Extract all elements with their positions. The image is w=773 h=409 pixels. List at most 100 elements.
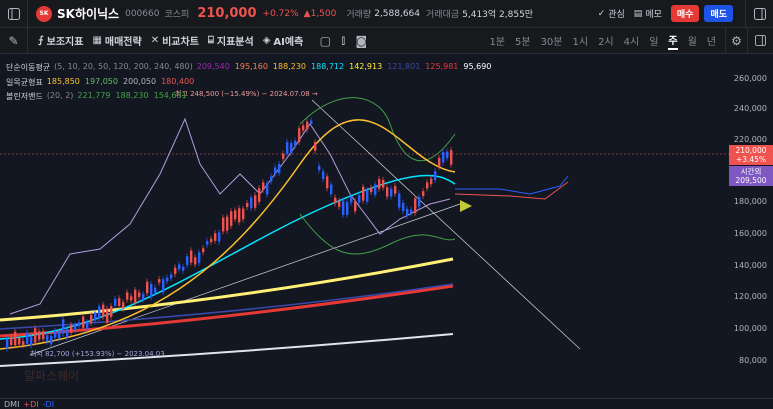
- candle-body: [338, 201, 341, 207]
- ichimoku-legend-values: 185,850 197,050 200,050 180,400: [47, 77, 194, 88]
- price-tick: 220,000: [733, 135, 767, 144]
- timeframe-5[interactable]: 4시: [624, 33, 640, 48]
- price-tick: 160,000: [733, 229, 767, 238]
- analysis-icon: ⌸: [207, 35, 214, 46]
- price-axis[interactable]: 80,000 100,000 120,000 140,000 160,000 180,00…: [729, 54, 773, 394]
- ma-legend-label: 단순이동평균: [6, 63, 51, 72]
- candle-body: [78, 322, 81, 327]
- timeframe-7[interactable]: 주: [668, 32, 678, 50]
- candle-body: [38, 331, 41, 340]
- candle-body: [82, 316, 85, 328]
- after-hours-label: 시간외: [740, 167, 762, 176]
- watch-button[interactable]: ✓ 관심: [598, 7, 625, 21]
- candle-body: [166, 277, 169, 282]
- timeframe-4[interactable]: 2시: [598, 33, 614, 48]
- bollinger-legend-values: 221,779 188,230 154,681: [77, 91, 186, 102]
- bollinger-legend[interactable]: 볼린저밴드 (20, 2) 221,779 188,230 154,681: [6, 91, 187, 102]
- dmi-label: DMI: [4, 399, 20, 409]
- ma-legend[interactable]: 단순이동평균 (5, 10, 20, 50, 120, 200, 240, 48…: [6, 62, 491, 73]
- candle-body: [302, 125, 305, 131]
- candle-body: [70, 324, 73, 333]
- buy-button[interactable]: 매수: [670, 5, 700, 22]
- ichimoku-legend[interactable]: 일목균형표 185,850 197,050 200,050 180,400: [6, 77, 194, 88]
- ma-value-2: 188,230: [272, 62, 307, 71]
- ma-value-4: 142,913: [349, 62, 383, 71]
- candle-body: [394, 186, 397, 194]
- candle-body: [102, 304, 105, 317]
- candle-body: [66, 328, 69, 338]
- gear-icon[interactable]: ⚙: [725, 27, 747, 54]
- compare-button[interactable]: ✕ 비교차트: [151, 33, 199, 48]
- candle-body: [254, 195, 257, 208]
- candle-body: [190, 250, 193, 263]
- candle-body: [242, 208, 245, 220]
- bollinger-value-0: 221,779: [77, 91, 111, 100]
- pencil-icon[interactable]: ✎: [0, 27, 28, 54]
- side-panel-icon[interactable]: [747, 27, 773, 54]
- dmi-panel[interactable]: DMI +DI -DI: [0, 398, 773, 409]
- trade-strategy-button[interactable]: ▦ 매매전략: [92, 33, 141, 48]
- indicator-label: 보조지표: [46, 37, 84, 48]
- sidebar-toggle-icon[interactable]: [0, 0, 28, 28]
- candle-body: [210, 238, 213, 243]
- price-tick: 260,000: [733, 74, 767, 83]
- ma-value-7: 95,690: [463, 62, 492, 71]
- amount-label: 거래대금: [426, 10, 460, 20]
- candle-body: [294, 140, 297, 146]
- memo-button[interactable]: ▤ 메모: [634, 7, 662, 21]
- candle-body: [262, 182, 265, 190]
- timeframe-3[interactable]: 1시: [573, 33, 589, 48]
- candle-body: [390, 188, 393, 197]
- candle-body: [358, 195, 361, 203]
- price-tag: 210,000 +3.45%: [729, 145, 773, 165]
- ichimoku-cloud-line: [455, 175, 569, 195]
- timeframe-2[interactable]: 30분: [541, 33, 563, 48]
- market-name: 코스피: [164, 10, 190, 20]
- ichimoku-value-2: 200,050: [123, 77, 157, 86]
- candle-body: [26, 332, 29, 344]
- ma-legend-values: 209,540 195,160 188,230 188,712 142,913 121,8…: [197, 62, 492, 73]
- indicator-button[interactable]: ⨍ 보조지표: [38, 33, 83, 48]
- candle-body: [442, 152, 445, 163]
- timeframe-6[interactable]: 일: [649, 33, 658, 48]
- candle-body: [170, 274, 173, 279]
- candle-body: [162, 279, 165, 293]
- candle-body: [178, 264, 181, 270]
- candle-body: [378, 179, 381, 189]
- analysis-button[interactable]: ⌸ 지표분석: [208, 33, 254, 48]
- timeframe-8[interactable]: 월: [688, 33, 697, 48]
- candle-body: [214, 233, 217, 241]
- camera-icon[interactable]: ◙: [352, 34, 370, 48]
- price-tick: 80,000: [739, 356, 767, 365]
- price-chart[interactable]: 최고 248,500 (−15.49%) − 2024.07.08 → 최저 8…: [0, 54, 729, 398]
- square-icon[interactable]: ▢: [316, 34, 334, 48]
- candle-body: [314, 142, 317, 151]
- ichimoku-value-1: 197,050: [84, 77, 118, 86]
- candlestick-icon[interactable]: ⫾: [334, 33, 352, 48]
- timeframe-0[interactable]: 1분: [489, 33, 505, 48]
- change-amount: ▲1,500: [303, 8, 337, 19]
- candle-body: [182, 266, 185, 271]
- stock-name[interactable]: SK하이닉스: [57, 5, 119, 22]
- candle-body: [238, 208, 241, 223]
- ai-label: AI예측: [273, 37, 304, 48]
- candle-body: [274, 167, 277, 175]
- candle-body: [158, 279, 161, 283]
- volume-label: 거래량: [346, 10, 372, 20]
- panel-toggle-icon[interactable]: [745, 0, 773, 28]
- ichimoku-value-0: 185,850: [46, 77, 80, 86]
- price-tick: 180,000: [733, 197, 767, 206]
- candle-body: [426, 182, 429, 189]
- downtrend-line: [311, 99, 581, 350]
- candle-body: [226, 216, 229, 231]
- ai-predict-button[interactable]: ◈ AI예측: [263, 33, 304, 48]
- top-bar: SK SK하이닉스 000660 코스피 210,000 +0.72% ▲1,5…: [0, 0, 773, 28]
- dmi-plus: +DI: [23, 399, 39, 409]
- sell-button[interactable]: 매도: [704, 5, 733, 22]
- timeframe-1[interactable]: 5분: [515, 33, 531, 48]
- current-arrow-icon: [460, 200, 472, 212]
- candle-body: [246, 203, 249, 208]
- timeframe-9[interactable]: 년: [707, 33, 716, 48]
- candle-body: [142, 293, 145, 301]
- candle-body: [118, 298, 121, 307]
